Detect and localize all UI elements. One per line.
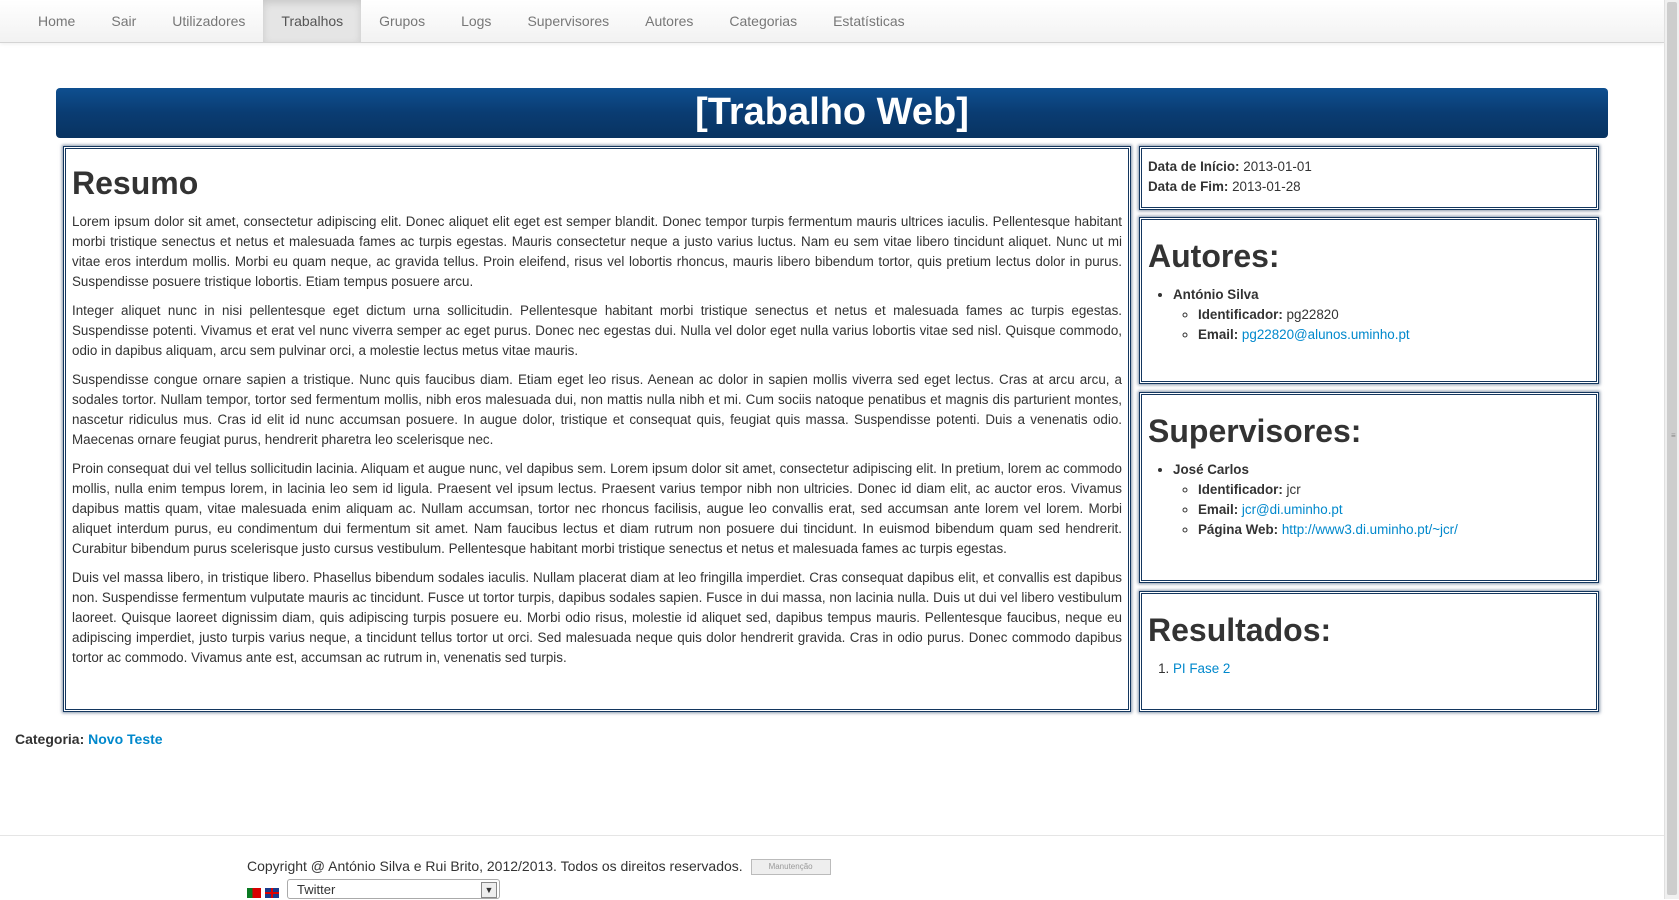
supervisor-web-label: Página Web: bbox=[1198, 522, 1279, 537]
supervisor-web-link[interactable]: http://www3.di.uminho.pt/~jcr/ bbox=[1282, 522, 1458, 537]
resultado-link[interactable]: PI Fase 2 bbox=[1173, 661, 1230, 676]
supervisor-details: Identificador: jcr Email: jcr@di.uminho.… bbox=[1173, 480, 1590, 540]
top-navbar: Home Sair Utilizadores Trabalhos Grupos … bbox=[0, 0, 1664, 43]
resultados-list: PI Fase 2 bbox=[1148, 659, 1590, 679]
resumo-heading: Resumo bbox=[72, 165, 199, 201]
categoria-link[interactable]: Novo Teste bbox=[88, 731, 162, 747]
nav-item-autores[interactable]: Autores bbox=[627, 0, 711, 42]
supervisor-id-label: Identificador: bbox=[1198, 482, 1283, 497]
resultados-heading: Resultados: bbox=[1148, 612, 1332, 648]
supervisores-panel: Supervisores: José Carlos Identificador:… bbox=[1139, 392, 1599, 583]
scrollbar-thumb[interactable]: ≡ bbox=[1667, 2, 1677, 895]
nav-item-sair[interactable]: Sair bbox=[93, 0, 154, 42]
language-flags bbox=[247, 888, 279, 898]
autor-email-label: Email: bbox=[1198, 327, 1239, 342]
supervisor-id-row: Identificador: jcr bbox=[1198, 480, 1590, 500]
supervisor-web-row: Página Web: http://www3.di.uminho.pt/~jc… bbox=[1198, 520, 1590, 540]
footer-copyright: Copyright @ António Silva e Rui Brito, 2… bbox=[247, 858, 831, 876]
resultado-item: PI Fase 2 bbox=[1173, 659, 1590, 679]
nav-item-home[interactable]: Home bbox=[20, 0, 93, 42]
autor-id-row: Identificador: pg22820 bbox=[1198, 305, 1590, 325]
chevron-down-icon[interactable]: ▼ bbox=[481, 882, 497, 898]
autor-email-row: Email: pg22820@alunos.uminho.pt bbox=[1198, 325, 1590, 345]
footer-divider bbox=[0, 835, 1664, 836]
social-select-value: Twitter bbox=[297, 882, 336, 897]
copyright-text: Copyright @ António Silva e Rui Brito, 2… bbox=[247, 858, 743, 874]
end-date-label: Data de Fim: bbox=[1148, 179, 1229, 194]
uk-flag-icon[interactable] bbox=[265, 888, 279, 898]
supervisores-heading: Supervisores: bbox=[1148, 413, 1362, 449]
resumo-paragraph: Suspendisse congue ornare sapien a trist… bbox=[72, 372, 1122, 447]
categoria-label: Categoria: bbox=[15, 731, 85, 747]
nav-item-utilizadores[interactable]: Utilizadores bbox=[154, 0, 263, 42]
autores-list: António Silva Identificador: pg22820 Ema… bbox=[1148, 285, 1590, 345]
autor-id-value: pg22820 bbox=[1286, 307, 1339, 322]
autor-item: António Silva Identificador: pg22820 Ema… bbox=[1173, 285, 1590, 345]
end-date-row: Data de Fim: 2013-01-28 bbox=[1148, 177, 1590, 197]
nav-item-estatisticas[interactable]: Estatísticas bbox=[815, 0, 923, 42]
supervisor-item: José Carlos Identificador: jcr Email: jc… bbox=[1173, 460, 1590, 540]
nav-item-supervisores[interactable]: Supervisores bbox=[509, 0, 627, 42]
grip-icon: ≡ bbox=[1671, 431, 1676, 440]
supervisores-list: José Carlos Identificador: jcr Email: jc… bbox=[1148, 460, 1590, 540]
autor-name: António Silva bbox=[1173, 287, 1259, 302]
resultados-panel: Resultados: PI Fase 2 bbox=[1139, 591, 1599, 712]
resumo-panel: Resumo Lorem ipsum dolor sit amet, conse… bbox=[63, 146, 1131, 712]
end-date-value: 2013-01-28 bbox=[1232, 179, 1301, 194]
autor-id-label: Identificador: bbox=[1198, 307, 1283, 322]
vertical-scrollbar[interactable]: ≡ bbox=[1664, 0, 1679, 899]
start-date-label: Data de Início: bbox=[1148, 159, 1240, 174]
autores-heading: Autores: bbox=[1148, 238, 1280, 274]
dates-panel: Data de Início: 2013-01-01 Data de Fim: … bbox=[1139, 146, 1599, 210]
nav-list: Home Sair Utilizadores Trabalhos Grupos … bbox=[20, 0, 923, 42]
supervisor-email-link[interactable]: jcr@di.uminho.pt bbox=[1242, 502, 1343, 517]
resumo-paragraph: Integer aliquet nunc in nisi pellentesqu… bbox=[72, 303, 1122, 358]
start-date-value: 2013-01-01 bbox=[1243, 159, 1312, 174]
start-date-row: Data de Início: 2013-01-01 bbox=[1148, 157, 1590, 177]
supervisor-email-label: Email: bbox=[1198, 502, 1239, 517]
resumo-paragraph: Proin consequat dui vel tellus sollicitu… bbox=[72, 461, 1122, 556]
nav-item-grupos[interactable]: Grupos bbox=[361, 0, 443, 42]
autor-email-link[interactable]: pg22820@alunos.uminho.pt bbox=[1242, 327, 1410, 342]
nav-item-logs[interactable]: Logs bbox=[443, 0, 509, 42]
resumo-paragraph: Duis vel massa libero, in tristique libe… bbox=[72, 570, 1122, 665]
supervisor-id-value: jcr bbox=[1286, 482, 1301, 497]
resumo-paragraph: Lorem ipsum dolor sit amet, consectetur … bbox=[72, 214, 1122, 289]
categoria-row: Categoria: Novo Teste bbox=[15, 731, 163, 747]
maintenance-badge[interactable]: Manutenção bbox=[750, 859, 831, 876]
supervisor-email-row: Email: jcr@di.uminho.pt bbox=[1198, 500, 1590, 520]
social-select[interactable]: Twitter ▼ bbox=[287, 879, 500, 899]
autor-details: Identificador: pg22820 Email: pg22820@al… bbox=[1173, 305, 1590, 345]
autores-panel: Autores: António Silva Identificador: pg… bbox=[1139, 217, 1599, 384]
page-title: [Trabalho Web] bbox=[56, 88, 1608, 138]
nav-item-categorias[interactable]: Categorias bbox=[711, 0, 815, 42]
nav-item-trabalhos[interactable]: Trabalhos bbox=[263, 0, 362, 42]
supervisor-name: José Carlos bbox=[1173, 462, 1249, 477]
portugal-flag-icon[interactable] bbox=[247, 888, 261, 898]
